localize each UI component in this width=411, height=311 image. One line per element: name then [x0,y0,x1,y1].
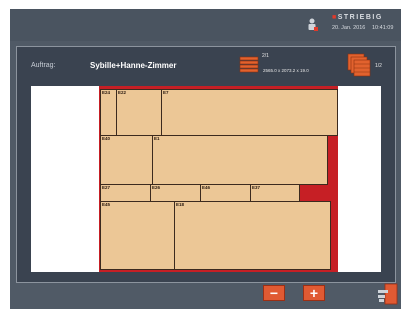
board-count: 2/1 [262,53,269,59]
zoom-out-button[interactable]: − [263,285,285,301]
board-stack-icon [239,56,259,73]
board-quantity: 1/2 [375,63,382,69]
brand-logo: ■STRIEBIG [332,14,383,21]
part-e46[interactable]: E46 [200,184,251,202]
zoom-in-button[interactable]: + [303,285,325,301]
job-panel: Auftrag: Sybille+Hanne-Zimmer 2/1 2565.0… [16,46,396,283]
part-e27[interactable]: E27 [100,184,151,202]
top-bar: ■STRIEBIG 20. Jan. 2016 10:41:09 [10,9,401,41]
board-dimensions: 2565.0 x 2073.2 x 19.0 [263,68,309,73]
date-display: 20. Jan. 2016 [332,25,366,31]
job-value: Sybille+Hanne-Zimmer [90,61,177,70]
part-e7[interactable]: E7 [161,89,338,136]
part-e26[interactable]: E26 [150,184,201,202]
cutting-board: E24 E22 E7 E40 E1 E27 E26 E46 E37 E45 E1… [99,86,338,272]
time-display: 10:41:09 [372,25,394,31]
job-header: Auftrag: Sybille+Hanne-Zimmer 2/1 2565.0… [17,47,395,83]
machine-screen: ■STRIEBIG 20. Jan. 2016 10:41:09 Auftrag… [10,9,401,309]
part-e22[interactable]: E22 [116,89,162,136]
part-e24[interactable]: E24 [100,89,117,136]
part-e37[interactable]: E37 [250,184,300,202]
part-e18[interactable]: E18 [174,201,331,270]
part-e45[interactable]: E45 [100,201,175,270]
part-e40[interactable]: E40 [100,135,153,185]
part-e1[interactable]: E1 [152,135,328,185]
job-label: Auftrag: [31,62,56,69]
boards-stack-icon [347,53,371,77]
cutting-plan-area: E24 E22 E7 E40 E1 E27 E26 E46 E37 E45 E1… [31,86,381,272]
zoom-in-icon: + [309,285,319,301]
user-icon[interactable] [307,18,319,32]
exit-door-icon[interactable] [376,283,398,305]
zoom-out-icon: − [269,285,279,301]
